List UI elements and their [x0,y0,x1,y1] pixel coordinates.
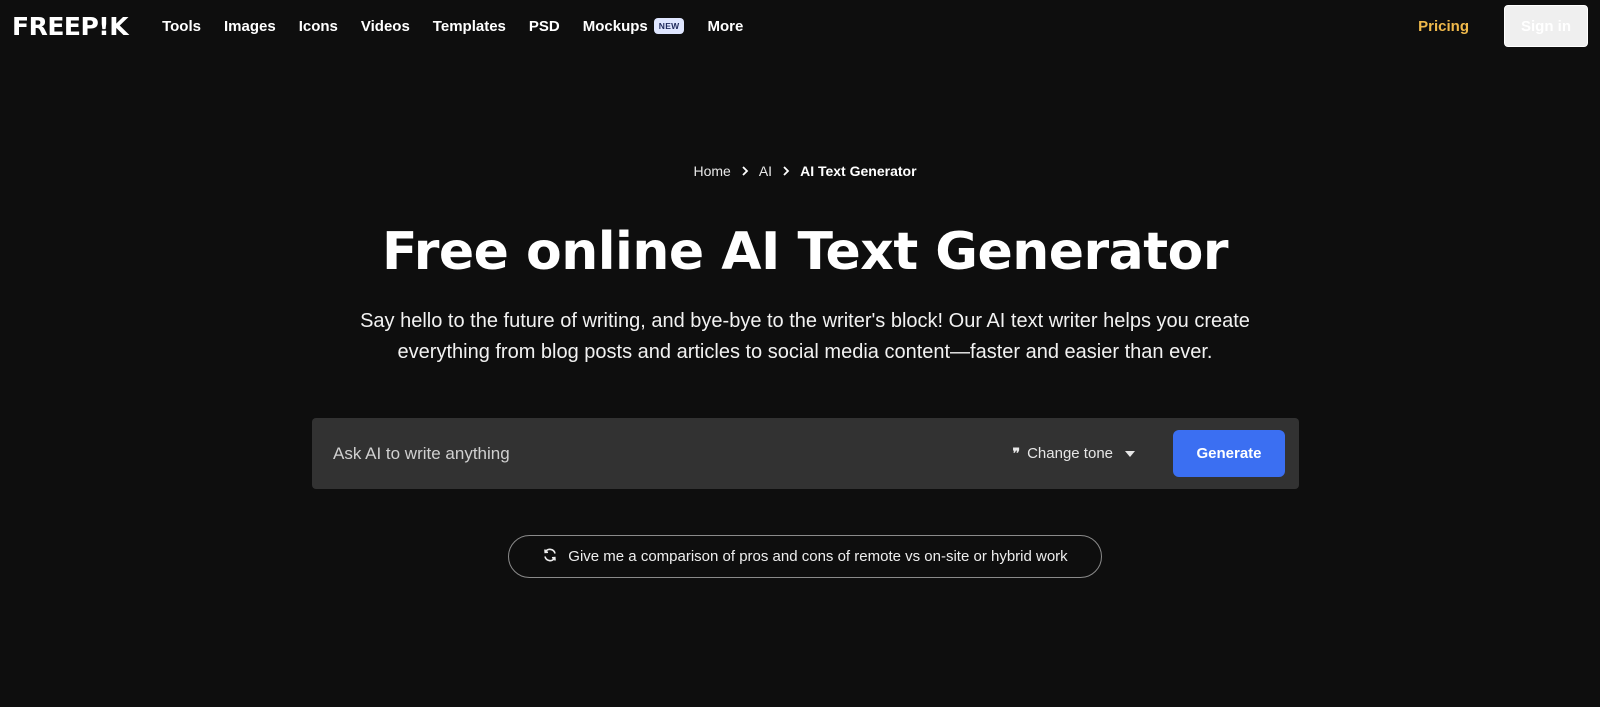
nav-images[interactable]: Images [224,18,276,35]
suggestion-text: Give me a comparison of pros and cons of… [568,548,1068,565]
change-tone-label: Change tone [1027,445,1113,462]
nav-templates[interactable]: Templates [433,18,506,35]
new-badge: NEW [653,18,685,34]
breadcrumb: Home AI AI Text Generator [0,163,1600,179]
prompt-box: ❞ Change tone Generate [312,418,1299,489]
suggestion-chip[interactable]: Give me a comparison of pros and cons of… [508,535,1102,578]
generate-button[interactable]: Generate [1173,430,1285,477]
breadcrumb-home[interactable]: Home [693,163,730,179]
nav-more[interactable]: More [707,18,743,35]
refresh-icon [542,547,558,567]
nav-psd[interactable]: PSD [529,18,560,35]
nav-videos[interactable]: Videos [361,18,410,35]
nav-mockups[interactable]: Mockups NEW [583,18,685,35]
top-navigation-bar: FREEP!K Tools Images Icons Videos Templa… [0,0,1600,52]
nav-tools[interactable]: Tools [162,18,201,35]
sign-in-button[interactable]: Sign in [1504,5,1588,47]
freepik-logo[interactable]: FREEP!K [12,14,129,39]
nav-mockups-label: Mockups [582,17,648,35]
chevron-right-icon [782,166,790,176]
breadcrumb-ai[interactable]: AI [759,163,772,179]
change-tone-dropdown[interactable]: ❞ Change tone [1013,445,1135,462]
breadcrumb-current: AI Text Generator [800,163,917,179]
page-title: Free online AI Text Generator [382,222,1229,282]
prompt-input[interactable] [333,443,1013,464]
main-nav: Tools Images Icons Videos Templates PSD … [162,18,766,35]
page-subtitle: Say hello to the future of writing, and … [360,310,1250,363]
quote-icon: ❞ [1012,445,1020,461]
chevron-right-icon [741,166,749,176]
caret-down-icon [1125,450,1135,457]
nav-icons[interactable]: Icons [299,18,338,35]
pricing-link[interactable]: Pricing [1418,18,1469,35]
